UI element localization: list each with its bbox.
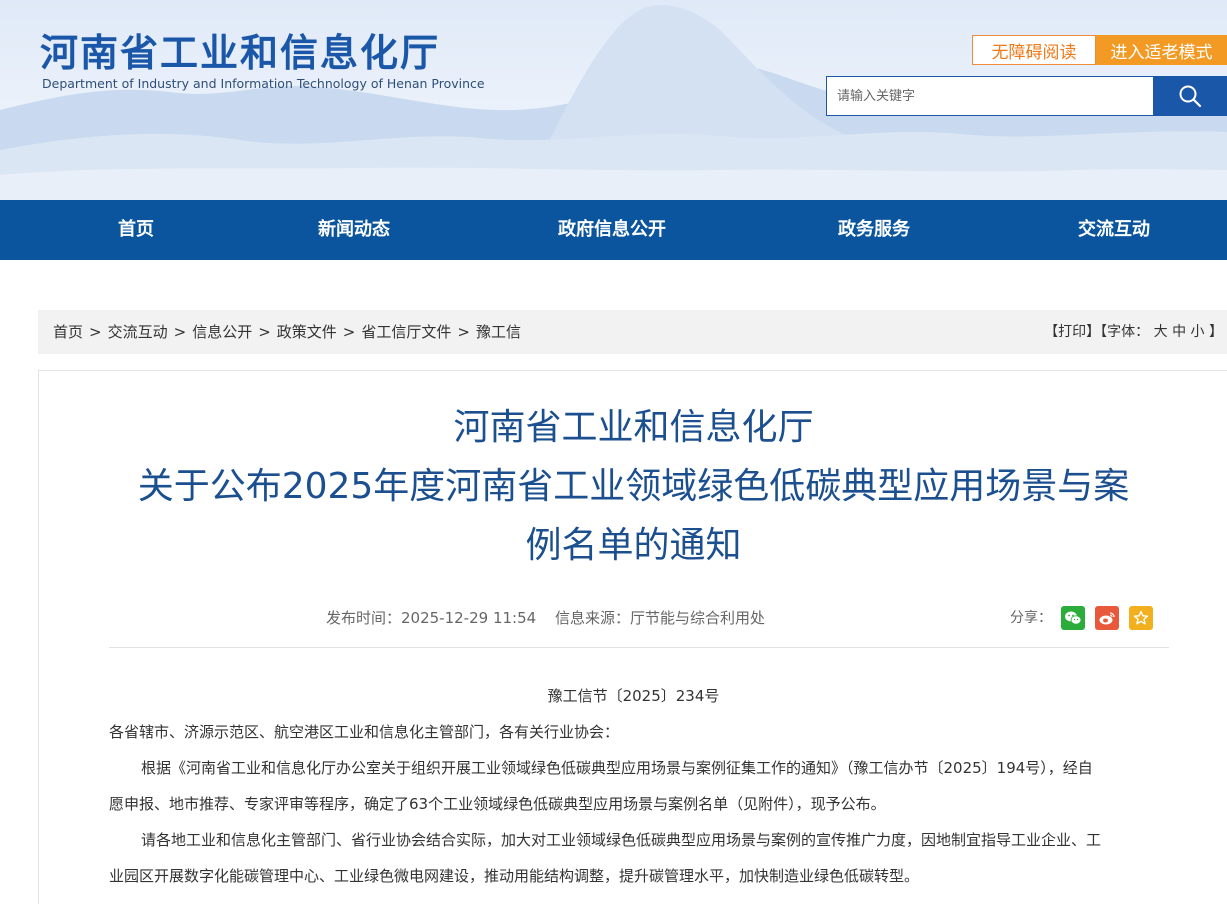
- elder-mode-button[interactable]: 进入适老模式: [1096, 35, 1227, 65]
- search-field[interactable]: [826, 76, 1154, 116]
- publish-time: 发布时间：2025-12-29 11:54: [326, 609, 537, 627]
- breadcrumb-item-dept-files[interactable]: 省工信厅文件: [361, 323, 451, 341]
- main-nav: 首页 新闻动态 政府信息公开 政务服务 交流互动: [0, 200, 1227, 260]
- breadcrumb-separator: >: [258, 323, 271, 341]
- search-input[interactable]: [827, 77, 1153, 115]
- share-label: 分享：: [1010, 610, 1052, 626]
- article-meta: 发布时间：2025-12-29 11:54 信息来源：厅节能与综合利用处: [326, 607, 765, 628]
- nav-item-home[interactable]: 首页: [118, 200, 154, 260]
- wechat-share-button[interactable]: [1061, 606, 1085, 630]
- paragraph-1-line1: 根据《河南省工业和信息化厅办公室关于组织开展工业领域绿色低碳典型应用场景与案例征…: [141, 759, 1093, 777]
- breadcrumb-item-home[interactable]: 首页: [53, 323, 83, 341]
- search-button[interactable]: [1153, 76, 1227, 116]
- site-logo-subtitle: Department of Industry and Information T…: [42, 76, 485, 91]
- star-icon: [1133, 610, 1149, 625]
- breadcrumb-item-interaction[interactable]: 交流互动: [108, 323, 168, 341]
- paragraph-2-line1: 请各地工业和信息化主管部门、省行业协会结合实际，加大对工业领域绿色低碳典型应用场…: [141, 831, 1102, 849]
- site-logo-title[interactable]: 河南省工业和信息化厅: [40, 30, 440, 76]
- wechat-icon: [1065, 611, 1082, 625]
- favorite-share-button[interactable]: [1129, 606, 1153, 630]
- article-source: 信息来源：厅节能与综合利用处: [554, 609, 765, 627]
- breadcrumb-separator: >: [342, 323, 356, 341]
- breadcrumb-separator: >: [457, 323, 470, 341]
- article-title-line3: 例名单的通知: [525, 525, 742, 566]
- nav-item-interaction[interactable]: 交流互动: [1078, 200, 1150, 260]
- article-title-line1: 河南省工业和信息化厅: [453, 407, 814, 448]
- site-header: 河南省工业和信息化厅 Department of Industry and In…: [0, 0, 1227, 200]
- nav-item-news[interactable]: 新闻动态: [318, 200, 390, 260]
- breadcrumb-separator: >: [89, 323, 102, 341]
- breadcrumb-item-info-public[interactable]: 信息公开: [192, 323, 252, 341]
- accessibility-button[interactable]: 无障碍阅读: [972, 35, 1096, 65]
- breadcrumb-item-policy[interactable]: 政策文件: [277, 323, 337, 341]
- breadcrumb: 首页 > 交流互动 > 信息公开 > 政策文件 > 省工信厅文件 > 豫工信: [53, 310, 521, 354]
- breadcrumb-bar: 首页 > 交流互动 > 信息公开 > 政策文件 > 省工信厅文件 > 豫工信 【打印】【字体： 大 …: [38, 310, 1227, 354]
- nav-item-gov-services[interactable]: 政务服务: [838, 200, 910, 260]
- meta-divider: [109, 647, 1169, 648]
- paragraph-2-line2: 业园区开展数字化能碳管理中心、工业绿色微电网建设，推动用能结构调整，提升碳管理水…: [109, 867, 920, 885]
- nav-item-gov-info[interactable]: 政府信息公开: [558, 200, 666, 260]
- article-title-line2: 关于公布2025年度河南省工业领域绿色低碳典型应用场景与案: [137, 466, 1130, 507]
- paragraph-1-line2: 愿申报、地市推荐、专家评审等程序，确定了63个工业领域绿色低碳典型应用场景与案例…: [109, 795, 886, 813]
- print-font-tools[interactable]: 【打印】【字体： 大 中 小 】: [1044, 310, 1223, 354]
- search-icon: [1179, 85, 1202, 108]
- weibo-icon: [1099, 612, 1115, 625]
- breadcrumb-item-yugongxin[interactable]: 豫工信: [476, 323, 521, 341]
- weibo-share-button[interactable]: [1095, 606, 1119, 630]
- salutation: 各省辖市、济源示范区、航空港区工业和信息化主管部门，各有关行业协会：: [109, 723, 620, 741]
- article-container: 河南省工业和信息化厅 关于公布2025年度河南省工业领域绿色低碳典型应用场景与案…: [38, 370, 1227, 904]
- document-number: 豫工信节〔2025〕234号: [547, 687, 720, 705]
- breadcrumb-separator: >: [173, 323, 187, 341]
